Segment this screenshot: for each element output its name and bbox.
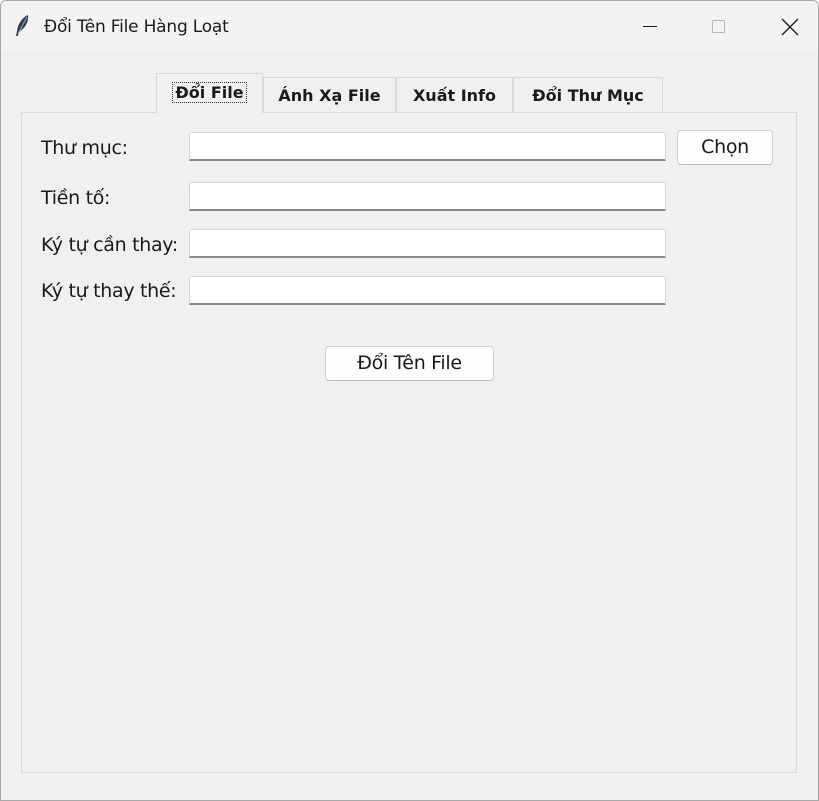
prefix-label: Tiền tố: <box>41 187 111 209</box>
tab-label: Đổi File <box>172 82 247 103</box>
tab-label: Ánh Xạ File <box>278 86 381 105</box>
folder-input[interactable] <box>189 132 666 161</box>
title-bar[interactable]: Đổi Tên File Hàng Loạt <box>1 1 818 51</box>
tab-export-info[interactable]: Xuất Info <box>396 77 513 112</box>
replace-text-input[interactable] <box>189 276 666 305</box>
rename-files-button[interactable]: Đổi Tên File <box>325 346 494 381</box>
prefix-input[interactable] <box>189 182 666 211</box>
window-title: Đổi Tên File Hàng Loạt <box>44 17 229 37</box>
maximize-icon <box>712 20 725 33</box>
minimize-icon <box>643 26 657 27</box>
close-button[interactable] <box>766 1 812 51</box>
tab-rename-folders[interactable]: Đổi Thư Mục <box>513 77 663 112</box>
find-text-input[interactable] <box>189 229 666 258</box>
tab-label: Xuất Info <box>412 86 497 105</box>
tab-rename-files[interactable]: Đổi File <box>156 73 263 113</box>
tab-panel <box>21 112 797 773</box>
find-text-label: Ký tự cần thay: <box>41 234 178 256</box>
maximize-button[interactable] <box>695 1 741 51</box>
minimize-button[interactable] <box>627 1 673 51</box>
app-window: Đổi Tên File Hàng Loạt Đổi File Ánh Xạ F… <box>0 0 819 801</box>
tab-file-mapping[interactable]: Ánh Xạ File <box>263 77 396 112</box>
replace-text-label: Ký tự thay thế: <box>41 280 177 302</box>
tab-label: Đổi Thư Mục <box>532 86 644 105</box>
browse-button[interactable]: Chọn <box>677 130 773 165</box>
close-icon <box>781 18 799 36</box>
folder-label: Thư mục: <box>41 137 128 159</box>
feather-icon <box>16 15 29 36</box>
